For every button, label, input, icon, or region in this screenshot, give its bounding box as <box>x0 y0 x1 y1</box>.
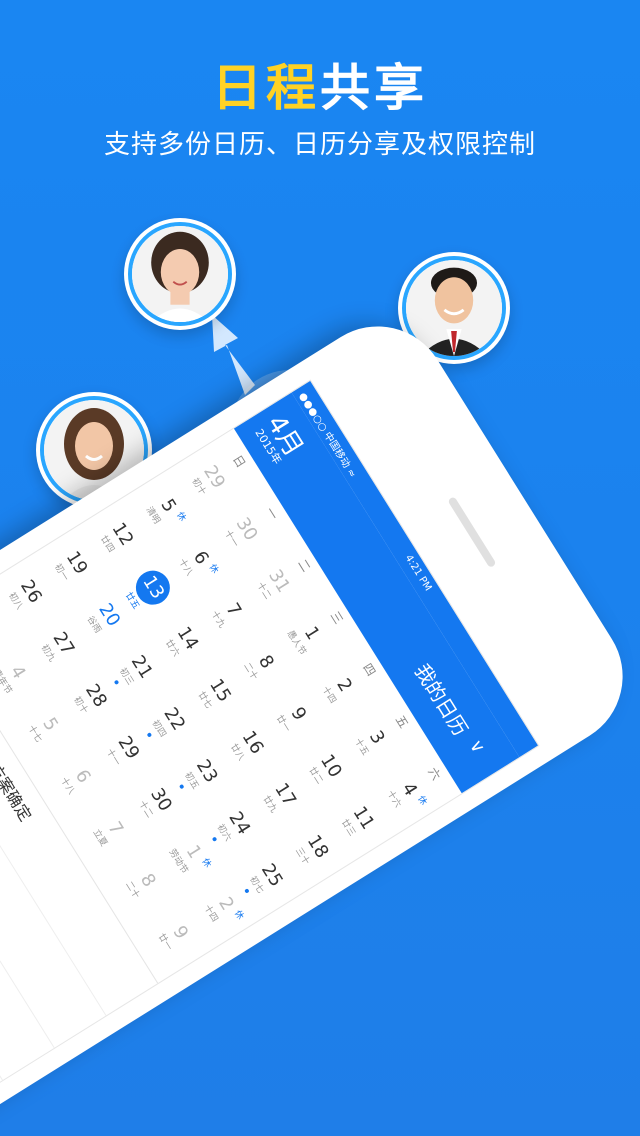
phone-mockup-area: ●●●○○ 中国移动 ≈ 4:21 PM 4月 2015年 我的日历 ∨ 日一二… <box>0 0 640 1136</box>
event-dot <box>114 679 120 686</box>
event-dot <box>211 836 218 842</box>
phone-mockup: ●●●○○ 中国移动 ≈ 4:21 PM 4月 2015年 我的日历 ∨ 日一二… <box>0 300 640 1136</box>
chevron-down-icon[interactable]: ∨ <box>465 736 490 758</box>
event-dot <box>244 888 250 894</box>
event-dot <box>179 784 185 790</box>
phone-screen: ●●●○○ 中国移动 ≈ 4:21 PM 4月 2015年 我的日历 ∨ 日一二… <box>0 379 540 1113</box>
event-dot <box>146 732 153 738</box>
phone-speaker <box>447 496 497 569</box>
